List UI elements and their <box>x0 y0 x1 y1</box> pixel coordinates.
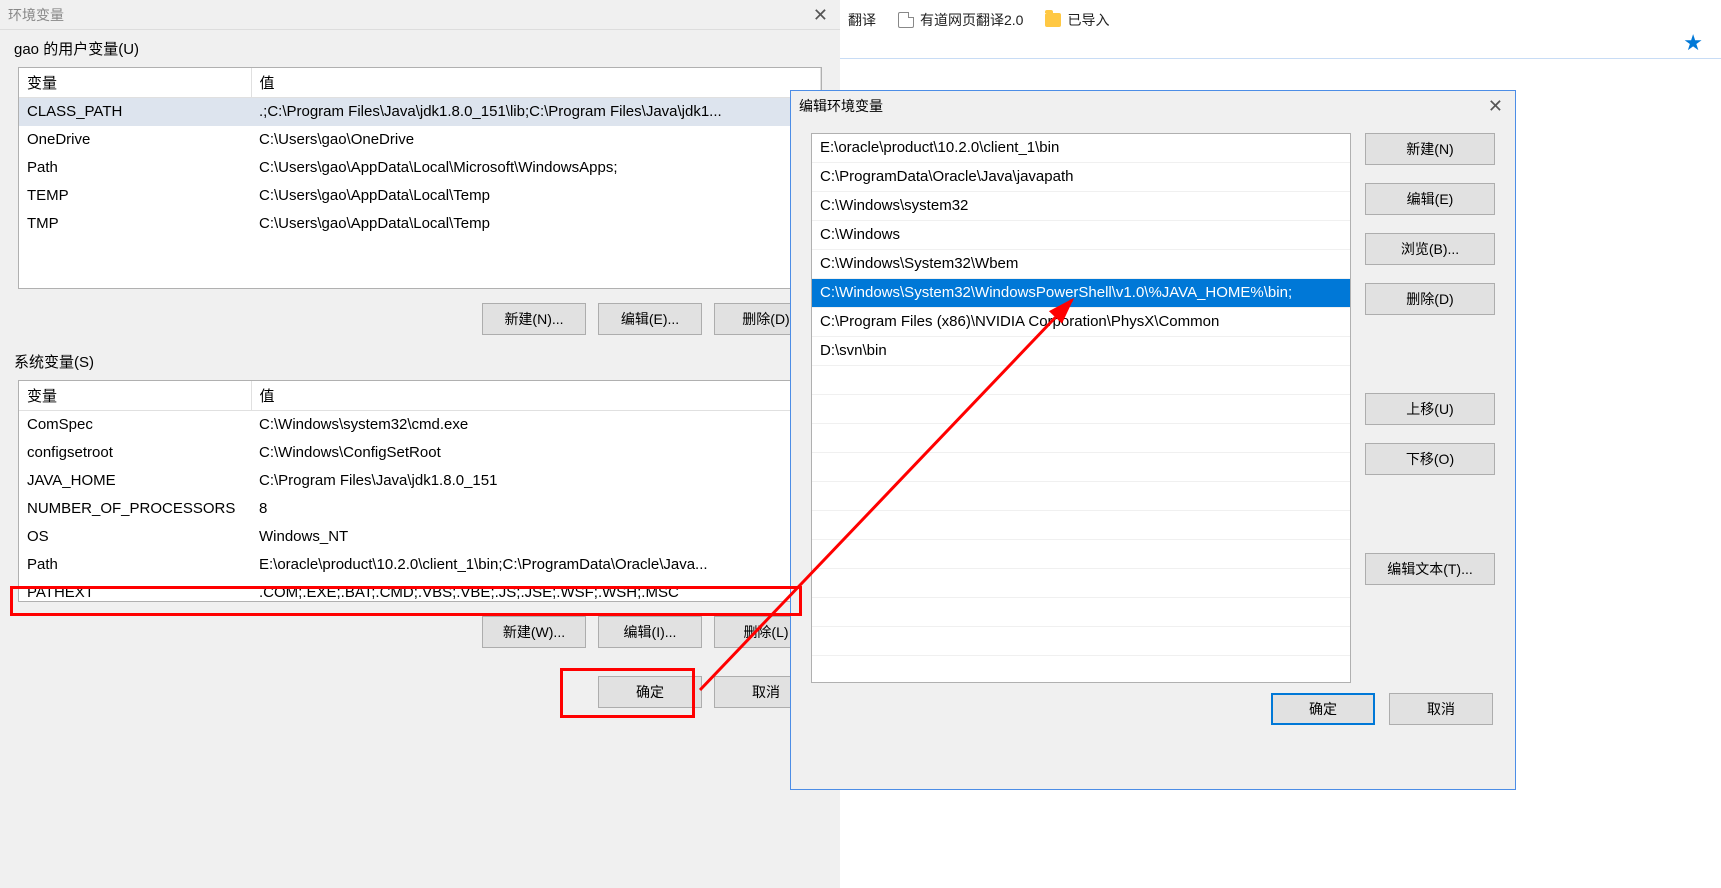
table-row[interactable]: PathE:\oracle\product\10.2.0\client_1\bi… <box>19 551 821 579</box>
var-name: NUMBER_OF_PROCESSORS <box>19 495 251 523</box>
env-vars-window: 环境变量 ✕ gao 的用户变量(U) 变量 值 CLASS_PATH.;C:\… <box>0 0 840 888</box>
sys-vars-table[interactable]: 变量 值 ComSpecC:\Windows\system32\cmd.exec… <box>18 380 822 602</box>
var-name: TEMP <box>19 182 251 210</box>
user-new-button[interactable]: 新建(N)... <box>482 303 586 335</box>
table-row[interactable]: ComSpecC:\Windows\system32\cmd.exe <box>19 411 821 440</box>
star-icon[interactable]: ★ <box>1683 30 1703 56</box>
list-item[interactable]: E:\oracle\product\10.2.0\client_1\bin <box>812 134 1350 163</box>
list-item-empty <box>812 569 1350 598</box>
edit-cancel-button[interactable]: 取消 <box>1389 693 1493 725</box>
col-val-header[interactable]: 值 <box>251 68 821 98</box>
table-row[interactable]: JAVA_HOMEC:\Program Files\Java\jdk1.8.0_… <box>19 467 821 495</box>
move-up-button[interactable]: 上移(U) <box>1365 393 1495 425</box>
list-item[interactable]: C:\ProgramData\Oracle\Java\javapath <box>812 163 1350 192</box>
var-value: C:\Windows\ConfigSetRoot <box>251 439 821 467</box>
list-item-empty <box>812 540 1350 569</box>
user-vars-label: gao 的用户变量(U) <box>0 30 840 63</box>
var-value: .COM;.EXE;.BAT;.CMD;.VBS;.VBE;.JS;.JSE;.… <box>251 579 821 602</box>
edit-button[interactable]: 编辑(E) <box>1365 183 1495 215</box>
bookmark-youdao[interactable]: 有道网页翻译2.0 <box>898 10 1023 30</box>
close-icon[interactable]: ✕ <box>1480 92 1511 120</box>
var-name: PATHEXT <box>19 579 251 602</box>
env-title-bar: 环境变量 ✕ <box>0 0 840 30</box>
var-name: configsetroot <box>19 439 251 467</box>
var-name: Path <box>19 154 251 182</box>
list-item-empty <box>812 482 1350 511</box>
user-vars-table[interactable]: 变量 值 CLASS_PATH.;C:\Program Files\Java\j… <box>18 67 822 289</box>
var-name: TMP <box>19 210 251 238</box>
col-var-header[interactable]: 变量 <box>19 68 251 98</box>
edit-env-window: 编辑环境变量 ✕ E:\oracle\product\10.2.0\client… <box>790 90 1516 790</box>
bookmark-label: 翻译 <box>848 10 876 30</box>
background-browser: 翻译 有道网页翻译2.0 已导入 ★ <box>840 0 1721 90</box>
var-value: C:\Windows\system32\cmd.exe <box>251 411 821 440</box>
browse-button[interactable]: 浏览(B)... <box>1365 233 1495 265</box>
table-row[interactable]: PathC:\Users\gao\AppData\Local\Microsoft… <box>19 154 821 182</box>
edit-ok-button[interactable]: 确定 <box>1271 693 1375 725</box>
var-value: 8 <box>251 495 821 523</box>
bookmark-translate[interactable]: 翻译 <box>848 10 876 30</box>
table-row[interactable]: configsetrootC:\Windows\ConfigSetRoot <box>19 439 821 467</box>
table-row[interactable]: OSWindows_NT <box>19 523 821 551</box>
bookmark-label: 有道网页翻译2.0 <box>920 10 1023 30</box>
list-item-empty <box>812 395 1350 424</box>
var-name: CLASS_PATH <box>19 98 251 127</box>
user-edit-button[interactable]: 编辑(E)... <box>598 303 702 335</box>
table-row[interactable]: TEMPC:\Users\gao\AppData\Local\Temp <box>19 182 821 210</box>
bookmark-imported[interactable]: 已导入 <box>1045 10 1109 30</box>
list-item-empty <box>812 627 1350 656</box>
new-button[interactable]: 新建(N) <box>1365 133 1495 165</box>
list-item[interactable]: D:\svn\bin <box>812 337 1350 366</box>
var-value: C:\Users\gao\AppData\Local\Microsoft\Win… <box>251 154 821 182</box>
list-item-empty <box>812 598 1350 627</box>
close-icon[interactable]: ✕ <box>805 1 836 29</box>
var-value: C:\Program Files\Java\jdk1.8.0_151 <box>251 467 821 495</box>
col-var-header[interactable]: 变量 <box>19 381 251 411</box>
var-value: C:\Users\gao\AppData\Local\Temp <box>251 182 821 210</box>
sys-new-button[interactable]: 新建(W)... <box>482 616 586 648</box>
move-down-button[interactable]: 下移(O) <box>1365 443 1495 475</box>
path-list[interactable]: E:\oracle\product\10.2.0\client_1\binC:\… <box>811 133 1351 683</box>
edit-text-button[interactable]: 编辑文本(T)... <box>1365 553 1495 585</box>
table-row[interactable]: PATHEXT.COM;.EXE;.BAT;.CMD;.VBS;.VBE;.JS… <box>19 579 821 602</box>
list-item-empty <box>812 656 1350 683</box>
sys-edit-button[interactable]: 编辑(I)... <box>598 616 702 648</box>
table-row[interactable]: TMPC:\Users\gao\AppData\Local\Temp <box>19 210 821 238</box>
list-item[interactable]: C:\Windows\System32\Wbem <box>812 250 1350 279</box>
folder-icon <box>1045 13 1061 27</box>
var-name: Path <box>19 551 251 579</box>
list-item-empty <box>812 511 1350 540</box>
var-name: OneDrive <box>19 126 251 154</box>
var-name: JAVA_HOME <box>19 467 251 495</box>
list-item[interactable]: C:\Program Files (x86)\NVIDIA Corporatio… <box>812 308 1350 337</box>
var-value: C:\Users\gao\AppData\Local\Temp <box>251 210 821 238</box>
var-name: OS <box>19 523 251 551</box>
list-item[interactable]: C:\Windows\System32\WindowsPowerShell\v1… <box>812 279 1350 308</box>
edit-title: 编辑环境变量 <box>799 96 883 116</box>
document-icon <box>898 12 914 28</box>
var-value: C:\Users\gao\OneDrive <box>251 126 821 154</box>
env-title: 环境变量 <box>8 5 64 25</box>
bookmark-label: 已导入 <box>1067 10 1109 30</box>
var-value: Windows_NT <box>251 523 821 551</box>
col-val-header[interactable]: 值 <box>251 381 821 411</box>
list-item-empty <box>812 424 1350 453</box>
env-ok-button[interactable]: 确定 <box>598 676 702 708</box>
sys-vars-label: 系统变量(S) <box>0 343 840 376</box>
table-row[interactable]: CLASS_PATH.;C:\Program Files\Java\jdk1.8… <box>19 98 821 127</box>
list-item-empty <box>812 366 1350 395</box>
edit-title-bar: 编辑环境变量 ✕ <box>791 91 1515 121</box>
var-name: ComSpec <box>19 411 251 440</box>
var-value: .;C:\Program Files\Java\jdk1.8.0_151\lib… <box>251 98 821 127</box>
list-item-empty <box>812 453 1350 482</box>
delete-button[interactable]: 删除(D) <box>1365 283 1495 315</box>
background-divider <box>840 58 1721 59</box>
table-row[interactable]: NUMBER_OF_PROCESSORS8 <box>19 495 821 523</box>
var-value: E:\oracle\product\10.2.0\client_1\bin;C:… <box>251 551 821 579</box>
table-row[interactable]: OneDriveC:\Users\gao\OneDrive <box>19 126 821 154</box>
list-item[interactable]: C:\Windows <box>812 221 1350 250</box>
list-item[interactable]: C:\Windows\system32 <box>812 192 1350 221</box>
